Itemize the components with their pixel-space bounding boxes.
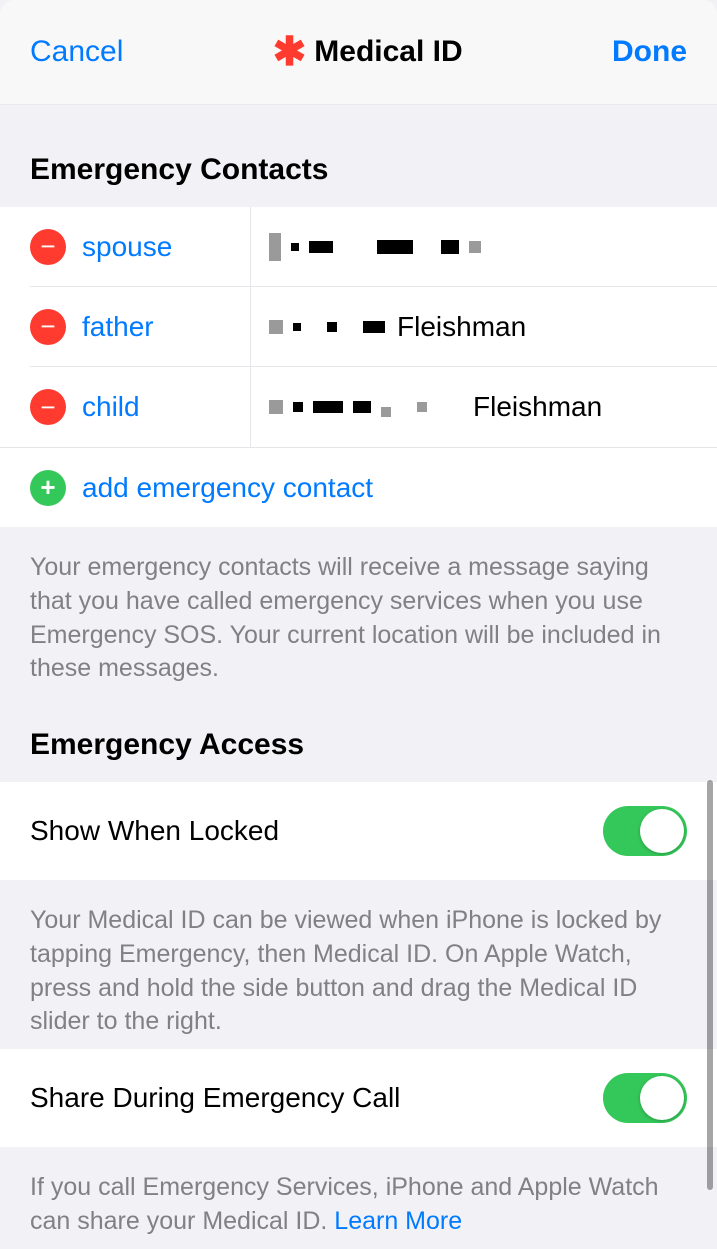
relation-label[interactable]: spouse <box>82 231 172 263</box>
redacted-name <box>269 397 461 417</box>
relation-label[interactable]: father <box>82 311 154 343</box>
show-when-locked-toggle[interactable] <box>603 806 687 856</box>
delete-icon[interactable]: − <box>30 309 66 345</box>
emergency-contacts-header: Emergency Contacts <box>0 105 717 207</box>
contact-row[interactable]: − spouse <box>0 207 717 287</box>
scrollbar[interactable] <box>707 780 713 1190</box>
share-during-call-footer: If you call Emergency Services, iPhone a… <box>0 1147 717 1249</box>
redacted-name <box>269 233 481 261</box>
add-emergency-contact-button[interactable]: + add emergency contact <box>0 447 717 527</box>
share-during-call-toggle[interactable] <box>603 1073 687 1123</box>
redacted-name <box>269 320 385 334</box>
done-button[interactable]: Done <box>612 35 687 69</box>
title-text: Medical ID <box>314 35 462 69</box>
emergency-contacts-footer: Your emergency contacts will receive a m… <box>0 527 717 696</box>
delete-icon[interactable]: − <box>30 389 66 425</box>
share-during-call-label: Share During Emergency Call <box>30 1082 400 1114</box>
contact-name <box>250 207 717 287</box>
emergency-access-header: Emergency Access <box>0 696 717 782</box>
plus-icon: + <box>30 470 66 506</box>
contact-surname: Fleishman <box>397 311 526 343</box>
show-when-locked-label: Show When Locked <box>30 815 279 847</box>
contact-surname: Fleishman <box>473 391 602 423</box>
learn-more-link[interactable]: Learn More <box>334 1207 462 1235</box>
page-title: ✱ Medical ID <box>273 35 463 69</box>
add-label: add emergency contact <box>82 472 373 504</box>
show-when-locked-row: Show When Locked <box>0 782 717 880</box>
contact-name: Fleishman <box>250 287 717 367</box>
relation-label[interactable]: child <box>82 391 140 423</box>
delete-icon[interactable]: − <box>30 229 66 265</box>
contact-row[interactable]: − child Fleishman <box>0 367 717 447</box>
emergency-contacts-list: − spouse − father <box>0 207 717 447</box>
cancel-button[interactable]: Cancel <box>30 35 123 69</box>
contact-row[interactable]: − father Fleishman <box>0 287 717 367</box>
share-during-call-row: Share During Emergency Call <box>0 1049 717 1147</box>
contact-name: Fleishman <box>250 367 717 447</box>
navbar: Cancel ✱ Medical ID Done <box>0 0 717 105</box>
show-when-locked-footer: Your Medical ID can be viewed when iPhon… <box>0 880 717 1049</box>
